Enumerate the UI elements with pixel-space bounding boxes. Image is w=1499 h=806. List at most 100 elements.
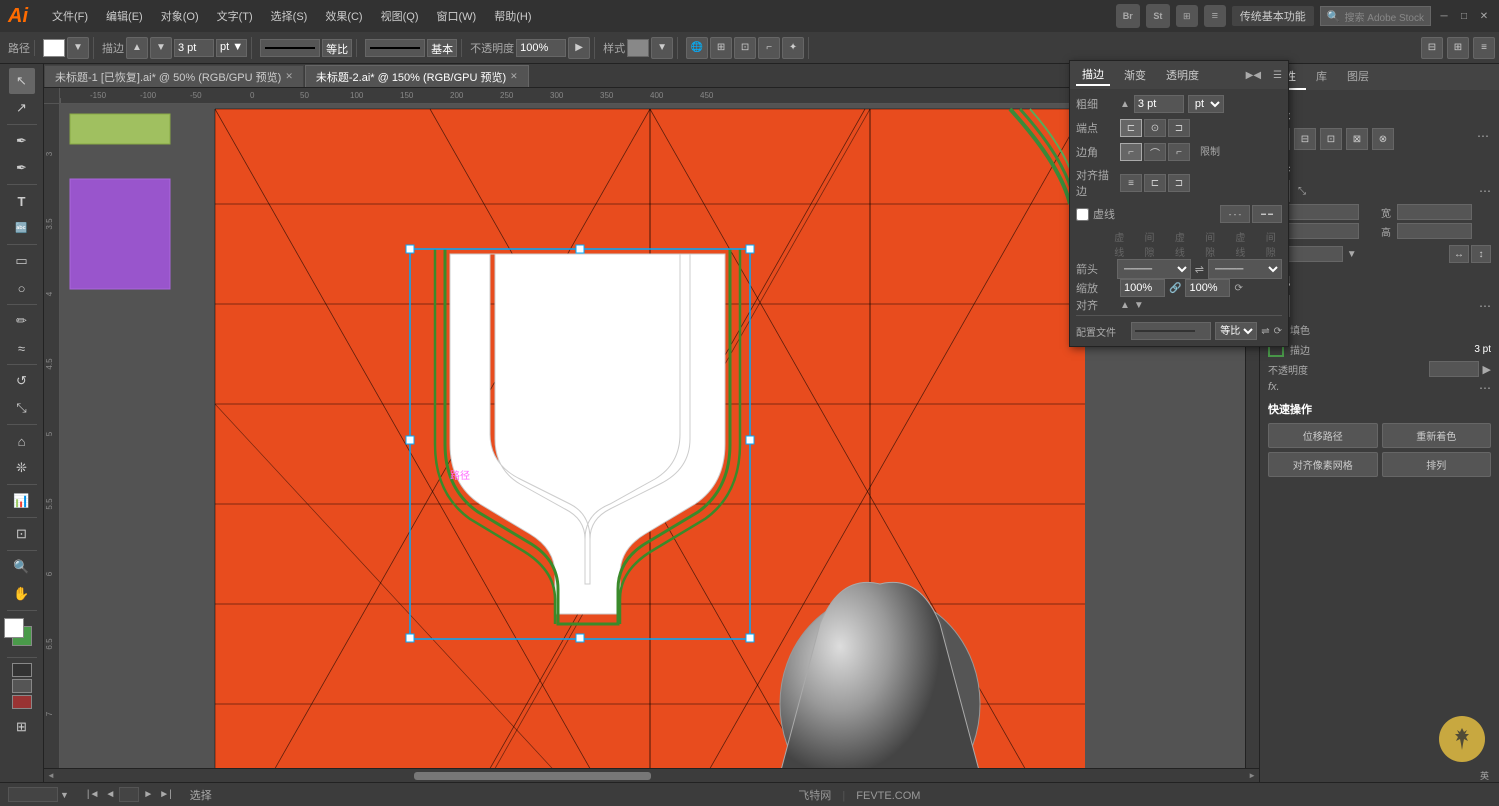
scale-input-2[interactable]	[1185, 279, 1230, 297]
add-anchor-tool[interactable]: ✒	[9, 155, 35, 181]
library-tab[interactable]: 库	[1306, 64, 1337, 90]
path-icon-2[interactable]: ⊟	[1294, 128, 1316, 150]
transform-icon-2[interactable]: ⤡	[1294, 183, 1310, 199]
menu-text[interactable]: 文字(T)	[209, 4, 261, 28]
type-tool[interactable]: T	[9, 188, 35, 214]
layers-tab[interactable]: 图层	[1337, 64, 1379, 90]
workspace-selector[interactable]: 传统基本功能	[1232, 6, 1314, 26]
menu-window[interactable]: 窗口(W)	[429, 4, 485, 28]
y-input[interactable]: 495.393	[1284, 223, 1359, 239]
panels-toggle-2[interactable]: ⊞	[1447, 37, 1469, 59]
page-first-button[interactable]: |◄	[85, 789, 102, 800]
config-reset-icon[interactable]: ⟳	[1274, 326, 1282, 337]
symbol-tool[interactable]: ❊	[9, 455, 35, 481]
menu-edit[interactable]: 编辑(E)	[98, 4, 151, 28]
smooth-tool[interactable]: ≈	[9, 335, 35, 361]
stroke-tab[interactable]: 描边	[1076, 64, 1110, 86]
stroke-up-button[interactable]: ▲	[126, 37, 148, 59]
style-options-button[interactable]: ▼	[651, 37, 673, 59]
pencil-tool[interactable]: ✏	[9, 308, 35, 334]
minimize-button[interactable]: ─	[1437, 9, 1451, 23]
scroll-thumb-horizontal[interactable]	[414, 772, 651, 780]
opacity-prop-input[interactable]: 100%	[1429, 361, 1479, 377]
projecting-cap-icon[interactable]: ⊐	[1168, 119, 1190, 137]
scale-tool[interactable]: ⤡	[9, 395, 35, 421]
graph-tool[interactable]: 📊	[9, 488, 35, 514]
tab-1-close[interactable]: ✕	[285, 71, 293, 82]
appearance-more-icon[interactable]: ⋯	[1479, 299, 1491, 313]
full-screen-mode-button[interactable]	[12, 695, 32, 709]
ellipse-tool[interactable]: ○	[9, 275, 35, 301]
tab-document-2[interactable]: 未标题-2.ai* @ 150% (RGB/GPU 预览) ✕	[305, 65, 529, 87]
config-flip-icon[interactable]: ⇌	[1261, 326, 1269, 337]
page-next-button[interactable]: ►	[141, 789, 155, 800]
stock-button[interactable]: St	[1146, 4, 1170, 28]
artboard-tool[interactable]: ⊡	[9, 521, 35, 547]
menu-effect[interactable]: 效果(C)	[317, 4, 370, 28]
puppet-icon[interactable]: ✦	[782, 37, 804, 59]
tab-document-1[interactable]: 未标题-1 [已恢复].ai* @ 50% (RGB/GPU 预览) ✕	[44, 65, 304, 87]
path-icon-5[interactable]: ⊗	[1372, 128, 1394, 150]
maximize-button[interactable]: □	[1457, 9, 1471, 23]
dashed-pattern-2[interactable]: ━ ━	[1252, 205, 1282, 223]
page-last-button[interactable]: ►|	[157, 789, 174, 800]
scroll-right-button[interactable]: ►	[1245, 771, 1259, 780]
transform-more-icon[interactable]: ⋯	[1479, 184, 1491, 198]
round-join-icon[interactable]: ⌒	[1144, 143, 1166, 161]
round-cap-icon[interactable]: ⊙	[1144, 119, 1166, 137]
rotate-tool[interactable]: ↺	[9, 368, 35, 394]
config-profile-select[interactable]: 等比	[1215, 322, 1257, 340]
weight-unit-dropdown[interactable]: pt	[1188, 95, 1224, 113]
path-icon-3[interactable]: ⊡	[1320, 128, 1342, 150]
fx-label[interactable]: fx.	[1268, 381, 1280, 393]
screen-mode-button[interactable]	[12, 679, 32, 693]
miter-join-icon[interactable]: ⌐	[1120, 143, 1142, 161]
layout-icon[interactable]: ⊞	[1176, 5, 1198, 27]
style-swatch[interactable]	[627, 39, 649, 57]
zoom-dropdown-arrow[interactable]: ▼	[60, 790, 69, 800]
arrow-end-select[interactable]: ────	[1208, 259, 1282, 279]
w-input[interactable]: 133.333	[1397, 204, 1472, 220]
gradient-tab[interactable]: 渐变	[1118, 65, 1152, 85]
panels-toggle-1[interactable]: ⊟	[1421, 37, 1443, 59]
weight-up-button[interactable]: ▲	[1120, 99, 1130, 110]
move-path-button[interactable]: 位移路径	[1268, 423, 1378, 448]
zoom-input[interactable]: 150%	[8, 787, 58, 802]
opacity-expand-arrow[interactable]: ▶	[1483, 363, 1491, 376]
weight-input[interactable]	[1134, 95, 1184, 113]
menu-file[interactable]: 文件(F)	[44, 4, 96, 28]
angle-dropdown[interactable]: ▼	[1347, 249, 1357, 260]
dashed-checkbox-input[interactable]	[1076, 208, 1089, 221]
pen-tool[interactable]: ✒	[9, 128, 35, 154]
menu-object[interactable]: 对象(O)	[153, 4, 207, 28]
corner-icon[interactable]: ⌐	[758, 37, 780, 59]
menu-select[interactable]: 选择(S)	[263, 4, 316, 28]
pixel-grid-button[interactable]: 对齐像素网格	[1268, 452, 1378, 477]
center-align-icon[interactable]: ≡	[1120, 174, 1142, 192]
selection-tool[interactable]: ↖	[9, 68, 35, 94]
flip-v-icon[interactable]: ↕	[1471, 245, 1491, 263]
menu-help[interactable]: 帮助(H)	[486, 4, 539, 28]
close-button[interactable]: ✕	[1477, 9, 1491, 23]
fx-more-icon[interactable]: ⋯	[1479, 381, 1491, 395]
h-input[interactable]: 167.426	[1397, 223, 1472, 239]
panels-toggle-3[interactable]: ≡	[1473, 37, 1495, 59]
align2-up-icon[interactable]: ▲	[1120, 300, 1130, 311]
blend-tool[interactable]: ⌂	[9, 428, 35, 454]
arrange-button[interactable]: 排列	[1382, 452, 1492, 477]
tab-2-close[interactable]: ✕	[510, 71, 518, 82]
normal-mode-button[interactable]	[12, 663, 32, 677]
path-icon-4[interactable]: ⊠	[1346, 128, 1368, 150]
recolor-button[interactable]: 重新着色	[1382, 423, 1492, 448]
panel-menu-icon[interactable]: ☰	[1273, 70, 1282, 81]
opacity-input[interactable]	[516, 39, 566, 57]
zoom-tool[interactable]: 🔍	[9, 554, 35, 580]
bevel-join-icon[interactable]: ⌐	[1168, 143, 1190, 161]
inside-align-icon[interactable]: ⊏	[1144, 174, 1166, 192]
scale-link-icon[interactable]: 🔗	[1169, 283, 1181, 294]
foreground-color-swatch[interactable]	[4, 618, 24, 638]
panel-expand-icon[interactable]: ▶◀	[1246, 70, 1261, 81]
stroke-unit-dropdown[interactable]: pt ▼	[216, 39, 247, 57]
transform-icon[interactable]: ⊡	[734, 37, 756, 59]
fill-color-swatch[interactable]	[43, 39, 65, 57]
